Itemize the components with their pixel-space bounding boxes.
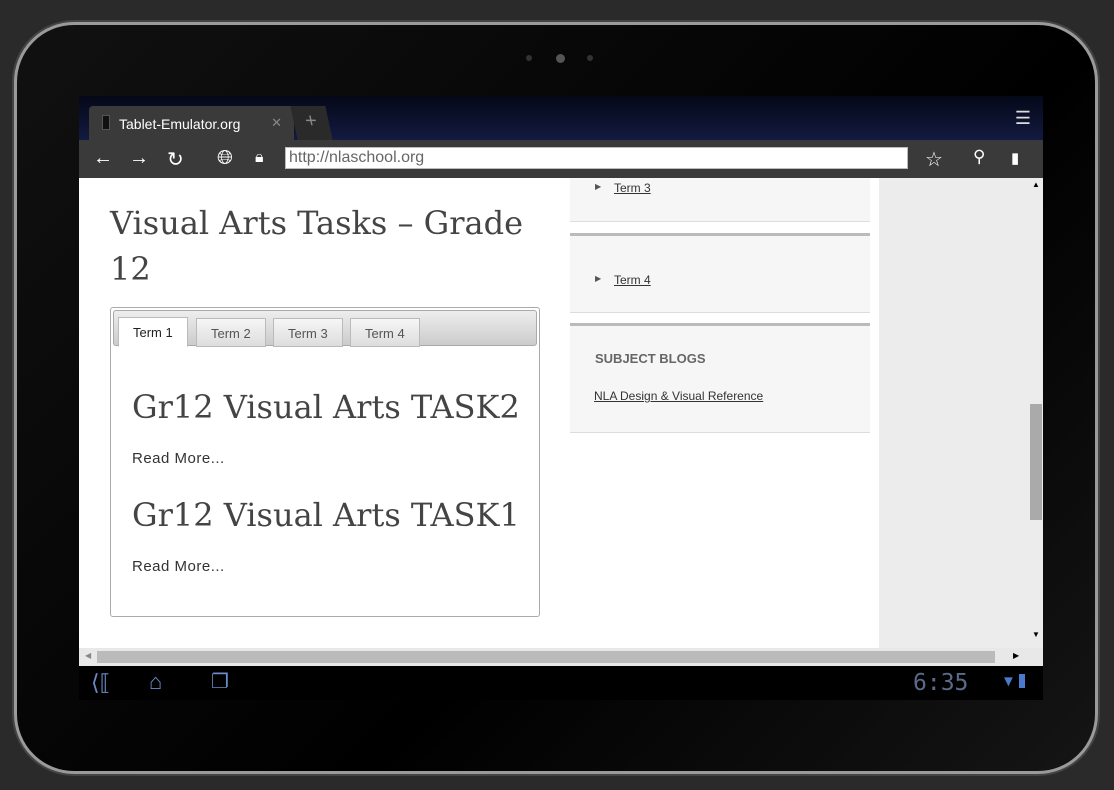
reload-icon[interactable]: ↻ xyxy=(167,147,184,172)
term-4-link[interactable]: Term 4 xyxy=(614,273,651,287)
new-tab-button[interactable]: + xyxy=(290,106,333,140)
bookmarks-icon[interactable]: ▮ xyxy=(1011,149,1019,167)
tab-header: Term 1 Term 2 Term 3 Term 4 xyxy=(113,310,537,347)
close-tab-icon[interactable]: ✕ xyxy=(271,115,282,131)
horizontal-scrollbar[interactable]: ◀ ▶ xyxy=(79,648,1043,666)
back-icon[interactable]: ← xyxy=(93,147,113,170)
web-viewport: Visual Arts Tasks – Grade 12 Term 1 Term… xyxy=(79,178,1043,666)
page-title: Visual Arts Tasks – Grade 12 xyxy=(110,204,524,288)
sensor xyxy=(587,55,593,61)
term-3-link[interactable]: Term 3 xyxy=(614,181,651,195)
page-content: Visual Arts Tasks – Grade 12 Term 1 Term… xyxy=(79,178,879,648)
browser-tab[interactable]: Tablet-Emulator.org ✕ xyxy=(89,106,294,140)
tab-term-4[interactable]: Term 4 xyxy=(350,318,420,347)
read-more-link[interactable]: Read More... xyxy=(132,558,225,575)
read-more-link[interactable]: Read More... xyxy=(132,450,225,467)
system-bar: ⟨⟦ ⌂ ❐ 6:35 ▼ xyxy=(79,666,1043,700)
menu-icon[interactable]: ☰ xyxy=(1015,108,1031,129)
scroll-up-icon[interactable]: ▲ xyxy=(1032,180,1040,189)
scroll-left-icon[interactable]: ◀ xyxy=(85,651,91,660)
globe-icon: 🌐︎ xyxy=(217,147,233,169)
subject-blogs: SUBJECT BLOGS NLA Design & Visual Refere… xyxy=(570,323,870,433)
h-scroll-thumb[interactable] xyxy=(97,651,995,663)
tab-title: Tablet-Emulator.org xyxy=(119,116,241,132)
recent-apps-icon[interactable]: ❐ xyxy=(211,669,229,694)
bullet-arrow-icon: ▶ xyxy=(595,274,602,283)
forward-icon[interactable]: → xyxy=(129,147,149,170)
tab-bar: Tablet-Emulator.org ✕ + ☰ xyxy=(79,96,1043,140)
tab-term-2[interactable]: Term 2 xyxy=(196,318,266,347)
url-input[interactable]: http://nlaschool.org xyxy=(285,147,908,169)
camera xyxy=(556,54,565,63)
bullet-arrow-icon: ▶ xyxy=(595,182,602,191)
scroll-thumb[interactable] xyxy=(1030,404,1042,520)
blog-link[interactable]: NLA Design & Visual Reference xyxy=(594,389,763,403)
browser-toolbar: ← → ↻ 🌐︎ 🔒︎ http://nlaschool.org ☆ ⚲ ▮ xyxy=(79,140,1043,178)
screen: Tablet-Emulator.org ✕ + ☰ ← → ↻ 🌐︎ 🔒︎ ht… xyxy=(79,96,1043,700)
blogs-heading: SUBJECT BLOGS xyxy=(595,351,706,366)
back-nav-icon[interactable]: ⟨⟦ xyxy=(91,670,110,696)
scroll-right-icon[interactable]: ▶ xyxy=(1013,651,1019,660)
search-icon[interactable]: ⚲ xyxy=(973,147,985,167)
sensor xyxy=(526,55,532,61)
tablet-favicon-icon xyxy=(102,115,110,130)
sidebar-term-4: ▶ Term 4 xyxy=(570,233,870,313)
signal-icon: ▼ xyxy=(1001,673,1016,690)
home-icon[interactable]: ⌂ xyxy=(149,669,162,695)
post-title[interactable]: Gr12 Visual Arts TASK2 xyxy=(132,388,520,426)
clock: 6:35 xyxy=(913,670,969,696)
term-tabs: Term 1 Term 2 Term 3 Term 4 Gr12 Visual … xyxy=(110,307,540,617)
star-icon[interactable]: ☆ xyxy=(925,147,943,172)
lock-icon: 🔒︎ xyxy=(255,149,264,166)
tab-term-3[interactable]: Term 3 xyxy=(273,318,343,347)
scroll-down-icon[interactable]: ▼ xyxy=(1032,630,1040,639)
sidebar-term-3: ▶ Term 3 xyxy=(570,178,870,222)
battery-icon xyxy=(1019,674,1025,688)
post-title[interactable]: Gr12 Visual Arts TASK1 xyxy=(132,496,520,534)
vertical-scrollbar[interactable]: ▲ ▼ xyxy=(1029,178,1043,648)
tab-term-1[interactable]: Term 1 xyxy=(118,317,188,347)
